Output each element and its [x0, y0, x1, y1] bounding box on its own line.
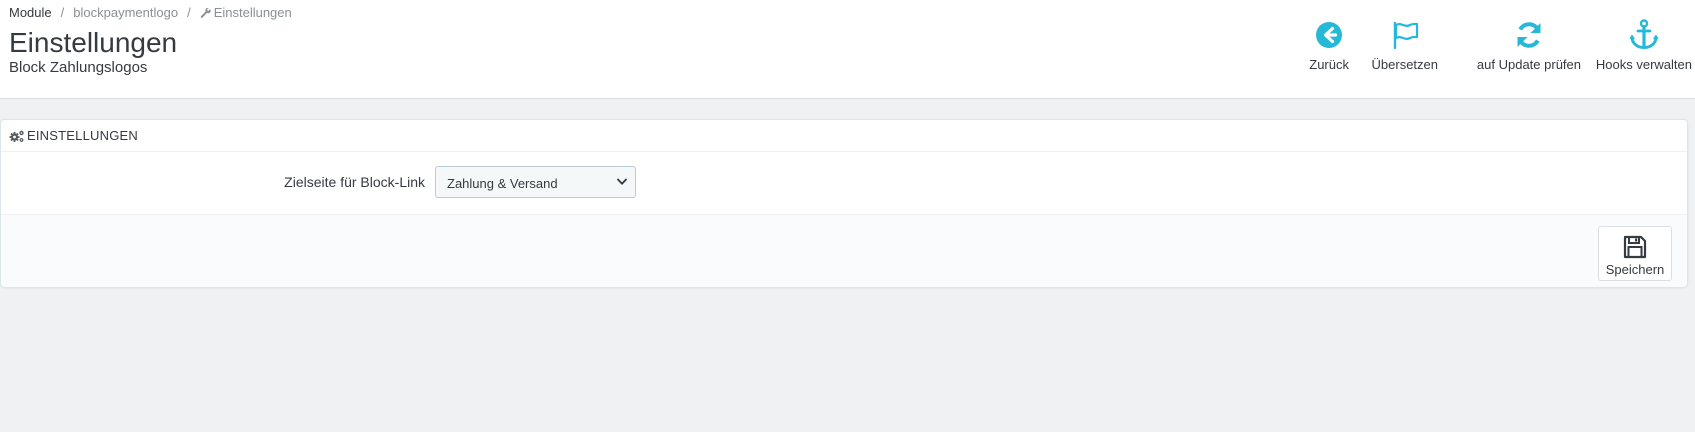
- manage-hooks-button[interactable]: Hooks verwalten: [1596, 18, 1692, 72]
- refresh-icon: [1517, 22, 1541, 48]
- panel-footer: Speichern: [1, 214, 1687, 287]
- arrow-circle-left-icon: [1316, 22, 1343, 48]
- wrench-icon: [200, 7, 211, 18]
- target-page-label: Zielseite für Block-Link: [284, 174, 425, 190]
- floppy-disk-icon: [1623, 235, 1647, 259]
- breadcrumb-separator: /: [60, 5, 65, 20]
- save-button[interactable]: Speichern: [1598, 226, 1672, 281]
- cogs-icon: [9, 130, 24, 142]
- chevron-down-icon: [617, 178, 627, 185]
- target-page-select-value: Zahlung & Versand: [447, 176, 558, 191]
- manage-hooks-label: Hooks verwalten: [1595, 57, 1692, 72]
- target-page-select[interactable]: Zahlung & Versand: [435, 166, 636, 198]
- form-row-target-page: Zielseite für Block-Link Zahlung & Versa…: [1, 152, 1687, 214]
- page-title: Einstellungen: [9, 27, 178, 58]
- back-button[interactable]: Zurück: [1309, 18, 1349, 72]
- panel-heading: EINSTELLUNGEN: [1, 120, 1687, 152]
- breadcrumb-item-module-name[interactable]: blockpaymentlogo: [73, 5, 178, 20]
- page-subtitle: Block Zahlungslogos: [9, 59, 148, 76]
- settings-panel: EINSTELLUNGEN Zielseite für Block-Link Z…: [0, 119, 1688, 287]
- back-label: Zurück: [1309, 57, 1349, 72]
- breadcrumb-item-module[interactable]: Module: [9, 5, 52, 20]
- breadcrumb: Module / blockpaymentlogo / Einstellungen: [9, 5, 292, 20]
- translate-label: Übersetzen: [1371, 57, 1438, 72]
- check-update-button[interactable]: auf Update prüfen: [1477, 18, 1581, 72]
- breadcrumb-separator: /: [187, 5, 191, 20]
- breadcrumb-item-current: Einstellungen: [200, 5, 292, 20]
- panel-heading-title: EINSTELLUNGEN: [27, 128, 138, 143]
- flag-icon: [1393, 21, 1418, 50]
- save-label: Speichern: [1605, 262, 1665, 277]
- translate-button[interactable]: Übersetzen: [1372, 18, 1438, 72]
- check-update-label: auf Update prüfen: [1476, 57, 1581, 72]
- page-header: Module / blockpaymentlogo / Einstellungen Ei…: [0, 0, 1695, 99]
- anchor-icon: [1629, 19, 1659, 50]
